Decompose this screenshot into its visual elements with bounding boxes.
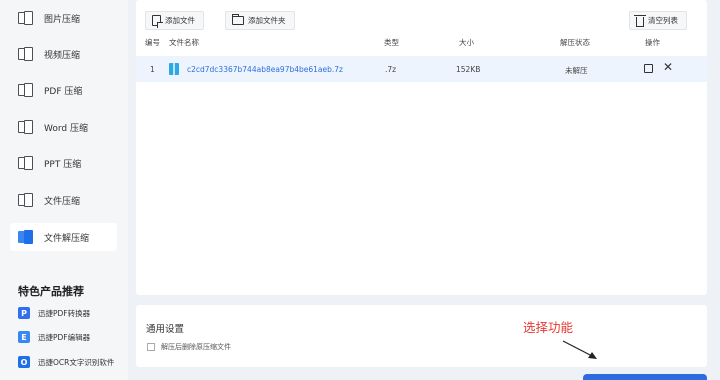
product-label: 迅捷PDF编辑器 — [38, 332, 91, 342]
pdf-editor-icon: E — [18, 331, 30, 343]
file-list-panel: 添加文件 添加文件夹 清空列表 编号 文件名称 类型 大小 解压状态 操作 1 … — [136, 0, 707, 295]
image-compress-icon — [18, 11, 34, 25]
sidebar-item-pdf-compress[interactable]: PDF 压缩 — [10, 76, 117, 104]
row-size: 152KB — [456, 65, 481, 74]
add-file-button[interactable]: 添加文件 — [145, 11, 204, 30]
product-link-ocr[interactable]: O 迅捷OCR文字识别软件 — [18, 354, 114, 370]
pdf-compress-icon — [18, 83, 34, 97]
sidebar-item-label: PDF 压缩 — [44, 86, 83, 97]
file-compress-icon — [18, 193, 34, 207]
sidebar-item-label: 图片压缩 — [44, 14, 81, 25]
delete-source-checkbox[interactable] — [147, 343, 155, 351]
sidebar-item-video-compress[interactable]: 视频压缩 — [10, 40, 117, 68]
annotation-arrow-icon — [562, 340, 597, 359]
product-label: 迅捷OCR文字识别软件 — [38, 357, 115, 367]
add-folder-label: 添加文件夹 — [248, 16, 286, 25]
video-compress-icon — [18, 47, 34, 61]
settings-title: 通用设置 — [146, 324, 185, 335]
row-index: 1 — [150, 65, 155, 74]
open-folder-icon[interactable] — [644, 64, 653, 73]
sidebar-item-label: 文件压缩 — [44, 196, 81, 207]
column-header-name: 文件名称 — [169, 38, 199, 47]
sidebar-item-label: 文件解压缩 — [44, 233, 90, 244]
sidebar-item-file-decompress[interactable]: 文件解压缩 — [10, 223, 117, 251]
sidebar-item-label: Word 压缩 — [44, 123, 88, 134]
column-header-size: 大小 — [459, 38, 474, 47]
product-label: 迅捷PDF转换器 — [38, 308, 91, 318]
sidebar-item-label: PPT 压缩 — [44, 159, 82, 170]
row-status: 未解压 — [565, 66, 588, 75]
file-decompress-icon — [18, 230, 34, 244]
clear-list-label: 清空列表 — [648, 16, 678, 25]
sidebar-item-image-compress[interactable]: 图片压缩 — [10, 4, 117, 32]
sidebar-item-word-compress[interactable]: Word 压缩 — [10, 113, 117, 141]
product-link-pdf-converter[interactable]: P 迅捷PDF转换器 — [18, 305, 90, 321]
add-file-icon — [152, 15, 163, 28]
ocr-icon: O — [18, 356, 30, 368]
close-icon[interactable]: ✕ — [663, 60, 673, 74]
section-title: 特色产品推荐 — [18, 285, 84, 298]
sidebar-item-file-compress[interactable]: 文件压缩 — [10, 186, 117, 214]
row-type: .7z — [385, 65, 397, 74]
add-folder-button[interactable]: 添加文件夹 — [225, 11, 295, 30]
delete-source-label[interactable]: 解压后删除原压缩文件 — [161, 342, 231, 352]
trash-icon — [634, 14, 646, 27]
annotation-text: 选择功能 — [523, 320, 574, 335]
column-header-index: 编号 — [145, 38, 160, 47]
pdf-converter-icon: P — [18, 307, 30, 319]
clear-list-button[interactable]: 清空列表 — [629, 11, 687, 30]
column-header-type: 类型 — [384, 38, 399, 47]
row-file-name[interactable]: c2cd7dc3367b744ab8ea97b4be61aeb.7z — [187, 65, 343, 74]
column-header-action: 操作 — [645, 38, 660, 47]
sidebar-item-ppt-compress[interactable]: PPT 压缩 — [10, 149, 117, 177]
column-header-status: 解压状态 — [560, 38, 590, 47]
settings-panel: 通用设置 解压后删除原压缩文件 — [136, 305, 707, 367]
sidebar-item-label: 视频压缩 — [44, 50, 81, 61]
add-folder-icon — [232, 14, 244, 25]
product-link-pdf-editor[interactable]: E 迅捷PDF编辑器 — [18, 329, 90, 345]
word-compress-icon — [18, 120, 34, 134]
archive-icon — [169, 63, 179, 75]
add-file-label: 添加文件 — [165, 16, 195, 25]
sidebar: 图片压缩 视频压缩 PDF 压缩 Word 压缩 PPT 压缩 文件压缩 文件解… — [0, 0, 128, 380]
start-decompress-button[interactable] — [583, 374, 707, 380]
ppt-compress-icon — [18, 156, 34, 170]
